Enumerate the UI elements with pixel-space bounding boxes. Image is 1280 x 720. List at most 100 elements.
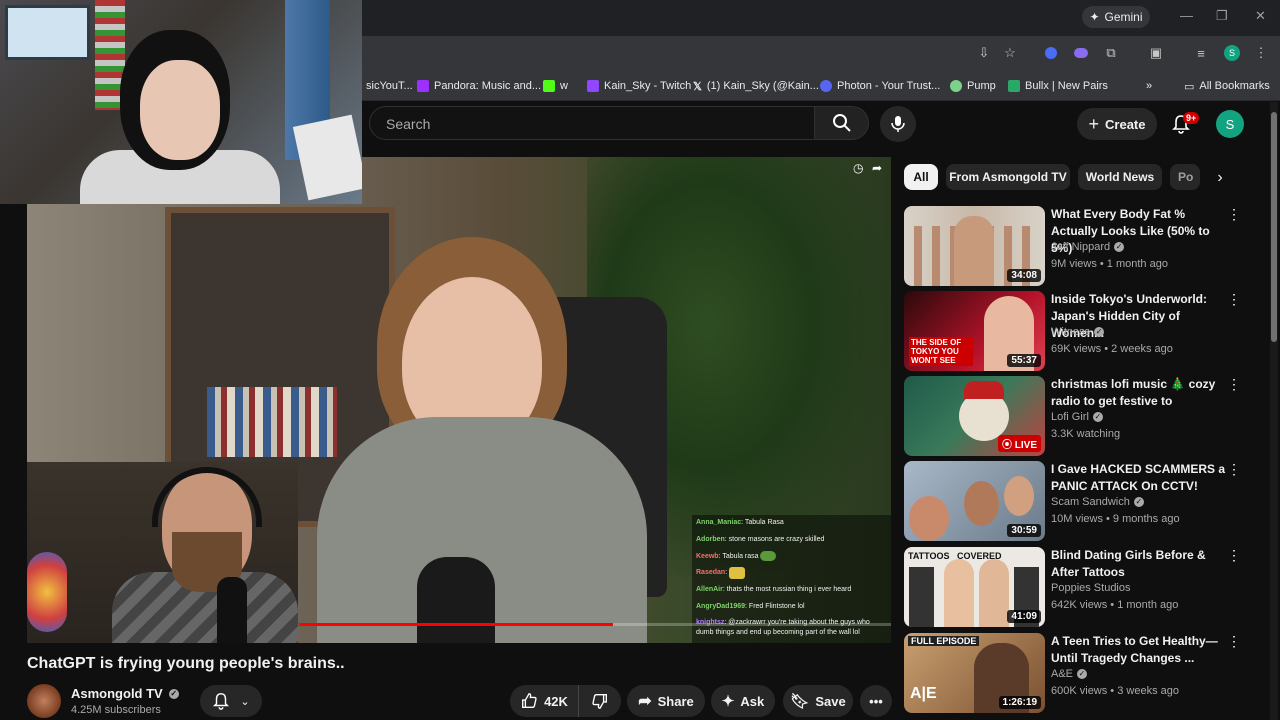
more-vertical-icon[interactable]: ⋮	[1226, 633, 1242, 653]
install-app-icon[interactable]: ⇩	[974, 43, 994, 63]
more-horizontal-icon: •••	[869, 693, 883, 709]
bullx-icon	[1008, 80, 1020, 92]
recommendation-item[interactable]: 34:08 What Every Body Fat % Actually Loo…	[904, 206, 1264, 286]
bookmark-item[interactable]: Bullx | New Pairs	[1008, 77, 1108, 95]
share-button[interactable]: ➦ Share	[627, 685, 705, 717]
video-thumbnail[interactable]: 30:59	[904, 461, 1045, 541]
chevron-down-icon: ⌄	[240, 695, 250, 708]
video-thumbnail[interactable]: THE SIDE OF TOKYO YOU WON'T SEE 55:37	[904, 291, 1045, 371]
video-thumbnail[interactable]: TATTOOS COVERED 41:09	[904, 547, 1045, 627]
extension-icon[interactable]	[1071, 43, 1091, 63]
chevron-right-icon[interactable]: ›	[1208, 166, 1232, 190]
bookmark-item[interactable]: Kain_Sky - Twitch	[587, 77, 691, 95]
bookmark-item[interactable]: Photon - Your Trust...	[820, 77, 940, 95]
video-meta: 10M views • 9 months ago	[1051, 513, 1180, 525]
recommendation-item[interactable]: ⦿ LIVE christmas lofi music 🎄 cozy radio…	[904, 376, 1264, 456]
thumbs-up-icon	[522, 693, 537, 708]
watch-later-icon[interactable]: ◷	[853, 161, 863, 175]
search-input[interactable]	[384, 115, 788, 133]
bookmark-item[interactable]: Pump	[950, 77, 996, 95]
thumbnail-caption: TATTOOS COVERED	[908, 551, 1002, 561]
video-title[interactable]: Blind Dating Girls Before & After Tattoo…	[1051, 547, 1231, 581]
browser-menu-icon[interactable]: ⋮	[1251, 43, 1271, 63]
video-progress-fill	[299, 623, 613, 626]
channel-name-row[interactable]: Lofi Girl ✓	[1051, 411, 1103, 423]
channel-name[interactable]: Asmongold TV	[71, 686, 163, 701]
more-vertical-icon[interactable]: ⋮	[1226, 461, 1242, 481]
ask-button[interactable]: ✦ Ask	[711, 685, 775, 717]
chat-line: AngryDad1969: Fred Flintstone lol	[696, 602, 805, 610]
minimize-icon[interactable]: —	[1180, 8, 1193, 23]
dislike-button[interactable]	[578, 685, 621, 717]
gemini-button[interactable]: ✦ Gemini	[1082, 6, 1150, 28]
channel-name-row[interactable]: Asmongold TV ✓	[71, 686, 179, 701]
bookmark-item[interactable]: sicYouT...	[366, 77, 413, 95]
chip-truncated[interactable]: Po	[1170, 164, 1200, 190]
more-vertical-icon[interactable]: ⋮	[1226, 206, 1242, 226]
channel-name-row[interactable]: Witness ✓	[1051, 326, 1105, 338]
share-arrow-icon[interactable]: ➦	[872, 161, 882, 175]
more-actions-button[interactable]: •••	[860, 685, 892, 717]
video-player[interactable]: ◷ ➦ Anna_Maniac: Tabula Rasa Adorben: st…	[27, 157, 891, 643]
ae-logo-icon: A|E	[910, 685, 937, 702]
video-duration: 55:37	[1007, 354, 1041, 367]
video-duration: 1:26:19	[998, 696, 1041, 709]
search-button[interactable]	[815, 106, 869, 140]
search-box[interactable]	[369, 106, 815, 140]
recommendation-item[interactable]: THE SIDE OF TOKYO YOU WON'T SEE 55:37 In…	[904, 291, 1264, 371]
chip-world-news[interactable]: World News	[1078, 164, 1162, 190]
bookmark-item[interactable]: Pandora: Music and...	[417, 77, 541, 95]
chip-all[interactable]: All	[904, 164, 938, 190]
chip-from-channel[interactable]: From Asmongold TV	[946, 164, 1070, 190]
video-thumbnail[interactable]: FULL EPISODE A|E 1:26:19	[904, 633, 1045, 713]
subscriber-count: 4.25M subscribers	[71, 704, 161, 716]
create-button[interactable]: + Create	[1077, 108, 1157, 140]
profile-icon[interactable]: S	[1222, 43, 1242, 63]
more-vertical-icon[interactable]: ⋮	[1226, 547, 1242, 567]
save-button[interactable]: 🔖︎ Save	[783, 685, 853, 717]
channel-name-row[interactable]: A&E ✓	[1051, 668, 1088, 680]
page-scrollbar-thumb[interactable]	[1271, 112, 1277, 342]
channel-avatar[interactable]	[27, 684, 61, 718]
video-title[interactable]: I Gave HACKED SCAMMERS a PANIC ATTACK On…	[1051, 461, 1231, 495]
video-title[interactable]: A Teen Tries to Get Healthy—Until Traged…	[1051, 633, 1231, 667]
close-window-icon[interactable]: ✕	[1255, 8, 1266, 24]
maximize-icon[interactable]: ❐	[1216, 8, 1228, 24]
recommendation-item[interactable]: 30:59 I Gave HACKED SCAMMERS a PANIC ATT…	[904, 461, 1264, 541]
more-bookmarks-button[interactable]: »	[1146, 77, 1152, 95]
folder-icon: ▭	[1184, 80, 1195, 93]
bookmark-item[interactable]: w	[543, 77, 568, 95]
like-button[interactable]: 42K	[510, 685, 578, 717]
thumbnail-caption: THE SIDE OF TOKYO YOU WON'T SEE	[909, 337, 973, 366]
bookmark-item[interactable]: 𝕏 (1) Kain_Sky (@Kain...	[693, 77, 819, 95]
more-vertical-icon[interactable]: ⋮	[1226, 376, 1242, 396]
thumbnail-caption: FULL EPISODE	[908, 636, 980, 646]
live-badge: ⦿ LIVE	[997, 435, 1041, 452]
side-panel-icon[interactable]: ▣	[1146, 43, 1166, 63]
verified-icon: ✓	[1133, 497, 1144, 507]
video-title[interactable]: christmas lofi music 🎄 cozy radio to get…	[1051, 376, 1231, 410]
recommendation-item[interactable]: TATTOOS COVERED 41:09 Blind Dating Girls…	[904, 547, 1264, 627]
extensions-puzzle-icon[interactable]: ⧉	[1101, 43, 1121, 63]
all-bookmarks-button[interactable]: ▭ All Bookmarks	[1184, 77, 1270, 95]
video-progress-bar[interactable]	[299, 623, 891, 626]
video-thumbnail[interactable]: 34:08	[904, 206, 1045, 286]
pandora-icon	[417, 80, 429, 92]
pill-icon	[950, 80, 962, 92]
search-icon	[832, 114, 851, 132]
more-vertical-icon[interactable]: ⋮	[1226, 291, 1242, 311]
voice-search-button[interactable]	[880, 106, 916, 142]
channel-name-row[interactable]: Jeff Nippard ✓	[1051, 241, 1125, 253]
account-avatar[interactable]: S	[1216, 110, 1244, 138]
video-microphone	[417, 557, 495, 643]
video-thumbnail[interactable]: ⦿ LIVE	[904, 376, 1045, 456]
channel-name-row[interactable]: Poppies Studios	[1051, 582, 1131, 594]
video-meta: 69K views • 2 weeks ago	[1051, 343, 1173, 355]
subscription-notification-button[interactable]: ⌄	[200, 685, 262, 717]
extension-icon[interactable]	[1041, 43, 1061, 63]
notification-badge: 9+	[1183, 112, 1200, 124]
bookmark-star-icon[interactable]: ☆	[1000, 43, 1020, 63]
channel-name-row[interactable]: Scam Sandwich ✓	[1051, 496, 1144, 508]
recommendation-item[interactable]: FULL EPISODE A|E 1:26:19 A Teen Tries to…	[904, 633, 1264, 713]
media-controls-icon[interactable]: ≡	[1191, 43, 1211, 63]
